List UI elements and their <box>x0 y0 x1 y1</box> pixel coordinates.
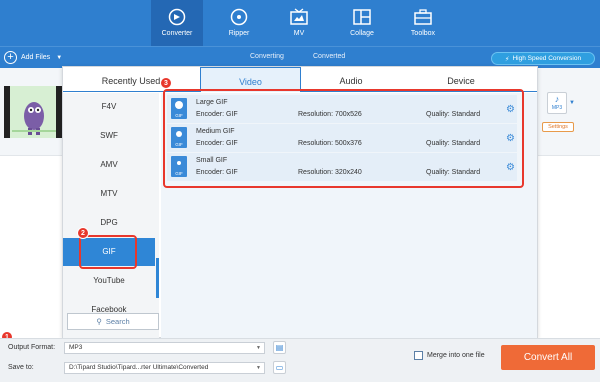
nav-toolbox-label: Toolbox <box>410 30 436 37</box>
output-format-select[interactable]: MP3 ▼ <box>64 342 265 354</box>
output-format-label: Output Format: <box>8 344 56 351</box>
format-list-scrollbar[interactable] <box>156 258 159 298</box>
chevron-down-icon: ▼ <box>256 365 261 371</box>
format-search[interactable]: ⚲ Search <box>67 313 159 330</box>
annotation-box-gif <box>79 235 137 269</box>
nav-converter-label: Converter <box>161 30 193 37</box>
format-item-youtube[interactable]: YouTube <box>63 267 155 295</box>
search-icon: ⚲ <box>96 317 102 326</box>
toolbox-icon <box>414 9 432 25</box>
tab-converted[interactable]: Converted <box>313 53 345 60</box>
chevron-down-icon: ▼ <box>256 345 261 351</box>
format-item-mtv[interactable]: MTV <box>63 180 155 208</box>
cartoon-character-icon <box>4 86 62 138</box>
format-item-amv[interactable]: AMV <box>63 151 155 179</box>
annotation-badge-2: 2 <box>77 227 89 239</box>
annotation-box-presets <box>163 89 524 188</box>
music-note-icon: ♪ <box>554 94 560 104</box>
add-files-button[interactable]: + Add Files ▼ <box>4 51 62 64</box>
nav-toolbox[interactable]: Toolbox <box>397 0 449 46</box>
collage-icon <box>353 9 371 25</box>
save-to-path-field[interactable]: D:\Tipard Studio\Tipard...rter Ultimate\… <box>64 362 265 374</box>
video-thumbnail[interactable] <box>4 86 62 138</box>
chevron-down-icon[interactable]: ▼ <box>569 100 575 106</box>
format-settings-button[interactable]: ▤ <box>273 341 286 354</box>
disc-icon <box>230 8 248 26</box>
nav-ripper-label: Ripper <box>228 30 250 37</box>
search-label: Search <box>105 317 130 326</box>
nav-mv-label: MV <box>293 30 305 37</box>
nav-ripper[interactable]: Ripper <box>213 0 265 46</box>
folder-icon: ▭ <box>275 363 284 372</box>
open-folder-button[interactable]: ▭ <box>273 361 286 374</box>
top-navigation-bar: Converter Ripper MV Collage Toolbox <box>0 0 600 46</box>
nav-collage[interactable]: Collage <box>336 0 388 46</box>
high-speed-conversion-button[interactable]: ⚡ High Speed Conversion <box>491 52 595 65</box>
merge-option[interactable]: Merge into one file <box>414 351 485 360</box>
output-format-value: MP3 <box>69 344 83 351</box>
annotation-badge-3: 3 <box>160 77 172 89</box>
format-list: F4V SWF AMV MTV DPG GIF YouTube Facebook <box>63 93 159 338</box>
convert-all-button[interactable]: Convert All <box>501 345 595 370</box>
settings-button[interactable]: Settings <box>542 122 574 132</box>
plus-icon: + <box>4 51 17 64</box>
high-speed-label: High Speed Conversion <box>512 55 582 62</box>
format-item-f4v[interactable]: F4V <box>63 93 155 121</box>
sub-toolbar: + Add Files ▼ Converting Converted ⚡ Hig… <box>0 46 600 68</box>
nav-converter[interactable]: Converter <box>151 0 203 46</box>
tv-icon <box>290 8 308 25</box>
merge-checkbox[interactable] <box>414 351 423 360</box>
lightning-icon: ⚡ <box>504 55 510 63</box>
nav-mv[interactable]: MV <box>273 0 325 46</box>
save-to-label: Save to: <box>8 364 34 371</box>
save-to-value: D:\Tipard Studio\Tipard...rter Ultimate\… <box>69 364 209 371</box>
nav-collage-label: Collage <box>350 30 374 37</box>
format-item-swf[interactable]: SWF <box>63 122 155 150</box>
format-badge: MP3 <box>551 105 563 111</box>
tab-converting[interactable]: Converting <box>250 53 284 60</box>
merge-label: Merge into one file <box>427 352 485 359</box>
chevron-down-icon[interactable]: ▼ <box>56 55 62 61</box>
output-format-thumbnail[interactable]: ♪ MP3 <box>547 92 567 114</box>
converter-icon <box>168 8 186 26</box>
add-files-label: Add Files <box>21 54 51 61</box>
document-icon: ▤ <box>275 343 284 352</box>
